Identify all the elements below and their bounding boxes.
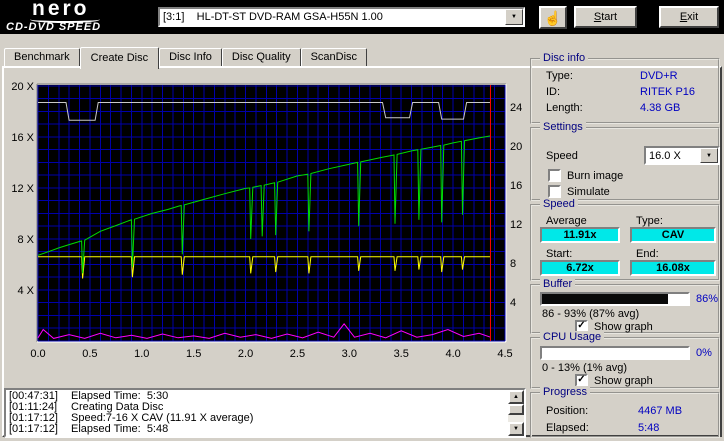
svg-text:4.0: 4.0 <box>445 348 460 360</box>
exit-button[interactable]: Exit <box>659 6 719 28</box>
speed-type-label: Type: <box>636 215 663 227</box>
buffer-title: Buffer <box>540 278 576 290</box>
tab-create-disc[interactable]: Create Disc <box>79 47 160 69</box>
cpu-percent: 0% <box>696 347 712 359</box>
burn-image-label: Burn image <box>567 170 624 182</box>
drive-select-value: [3:1] HL-DT-ST DVD-RAM GSA-H55N 1.00 <box>163 11 383 23</box>
settings-title: Settings <box>540 121 586 133</box>
svg-text:8: 8 <box>510 258 516 270</box>
svg-text:4 X: 4 X <box>17 285 34 297</box>
hand-icon: ☝ <box>544 9 562 26</box>
cpu-bar <box>540 346 690 360</box>
svg-text:16 X: 16 X <box>11 132 34 144</box>
chevron-down-icon[interactable]: ▼ <box>505 9 523 25</box>
disc-info-title: Disc info <box>540 52 589 64</box>
triangle-up-icon: ▲ <box>513 394 519 400</box>
triangle-down-icon: ▼ <box>513 426 519 432</box>
disc-type-value: DVD+R <box>640 70 678 82</box>
scroll-down-button[interactable]: ▼ <box>508 422 524 436</box>
svg-text:20: 20 <box>510 141 522 153</box>
end-speed-value: 16.08x <box>630 260 716 276</box>
cpu-range: 0 - 13% (1% avg) <box>542 362 627 374</box>
tab-scandisc[interactable]: ScanDisc <box>300 48 368 66</box>
start-speed-value: 6.72x <box>540 260 620 276</box>
buffer-percent: 86% <box>696 293 719 305</box>
svg-text:8 X: 8 X <box>17 234 34 246</box>
cpu-usage-group: CPU Usage 0% 0 - 13% (1% avg) ✓ Show gra… <box>530 331 720 389</box>
burn-image-checkbox[interactable] <box>548 169 561 182</box>
nero-cd-dvd-speed-window: nero CD-DVD SPEED [3:1] HL-DT-ST DVD-RAM… <box>0 0 724 441</box>
header-bar: nero CD-DVD SPEED [3:1] HL-DT-ST DVD-RAM… <box>0 0 724 34</box>
svg-text:12 X: 12 X <box>11 183 34 195</box>
speed-select[interactable]: 16.0 X ▼ <box>644 146 720 165</box>
svg-text:4: 4 <box>510 297 516 309</box>
speed-label: Speed <box>546 150 578 162</box>
start-speed-label: Start: <box>546 248 573 260</box>
start-button[interactable]: Start <box>574 6 637 28</box>
svg-text:2.0: 2.0 <box>238 348 253 360</box>
svg-text:16: 16 <box>510 180 522 192</box>
svg-text:4.5: 4.5 <box>497 348 512 360</box>
disc-info-group: Disc info Type: DVD+R ID: RITEK P16 Leng… <box>530 52 720 124</box>
options-button[interactable]: ☝ <box>539 6 567 29</box>
exit-button-label: Exit <box>679 11 699 23</box>
log-entry: [01:17:12] Elapsed Time: 5:48 <box>9 423 169 435</box>
tab-disc-info[interactable]: Disc Info <box>159 48 222 66</box>
svg-text:1.5: 1.5 <box>186 348 201 360</box>
disc-id-value: RITEK P16 <box>640 86 696 98</box>
nero-logo: nero CD-DVD SPEED <box>6 0 156 33</box>
disc-type-label: Type: <box>546 70 573 82</box>
start-button-label: Start <box>593 11 618 23</box>
svg-text:0.5: 0.5 <box>82 348 97 360</box>
disc-length-value: 4.38 GB <box>640 102 681 114</box>
buffer-bar-fill <box>542 294 668 304</box>
end-speed-label: End: <box>636 248 659 260</box>
cd-dvd-speed-logo-text: CD-DVD SPEED <box>6 21 102 33</box>
elapsed-value: 5:48 <box>638 422 660 434</box>
tab-disc-quality[interactable]: Disc Quality <box>221 48 301 66</box>
drive-select[interactable]: [3:1] HL-DT-ST DVD-RAM GSA-H55N 1.00 ▼ <box>158 7 525 27</box>
cpu-show-graph-label: Show graph <box>594 375 653 387</box>
cpu-usage-title: CPU Usage <box>540 331 605 343</box>
simulate-checkbox[interactable] <box>548 185 561 198</box>
svg-text:1.0: 1.0 <box>134 348 149 360</box>
write-speed-chart: 20 X 16 X 12 X 8 X 4 X 24 20 16 12 8 4 0.0 0.5 1.0 1.5… <box>11 81 522 360</box>
speed-group-title: Speed <box>540 198 578 210</box>
svg-text:20 X: 20 X <box>11 81 34 93</box>
speed-type-value: CAV <box>630 227 716 243</box>
elapsed-label: Elapsed: <box>546 422 589 434</box>
progress-group: Progress Position: 4467 MB Elapsed: 5:48 <box>530 386 720 438</box>
speed-select-value: 16.0 X <box>649 149 681 162</box>
position-value: 4467 MB <box>638 405 683 417</box>
tab-benchmark[interactable]: Benchmark <box>4 48 80 66</box>
settings-group: Settings Speed 16.0 X ▼ Burn image Simul… <box>530 121 720 201</box>
chevron-down-icon[interactable]: ▼ <box>700 148 718 163</box>
svg-text:3.0: 3.0 <box>342 348 357 360</box>
average-speed-value: 11.91x <box>540 227 620 243</box>
svg-text:24: 24 <box>510 102 522 114</box>
buffer-group: Buffer 86% 86 - 93% (87% avg) ✓ Show gra… <box>530 278 720 334</box>
tab-bar: Benchmark Create Disc Disc Info Disc Qualit… <box>4 47 368 69</box>
disc-length-label: Length: <box>546 102 583 114</box>
svg-text:12: 12 <box>510 219 522 231</box>
disc-id-label: ID: <box>546 86 561 98</box>
log-scrollbar[interactable]: ▲ ▼ <box>508 390 524 436</box>
scroll-up-button[interactable]: ▲ <box>508 390 524 404</box>
log-lines: [00:47:31] Elapsed Time: 5:30 [01:11:24] Cr… <box>7 391 507 435</box>
buffer-bar <box>540 292 690 306</box>
position-label: Position: <box>546 405 589 417</box>
progress-title: Progress <box>540 386 591 398</box>
simulate-label: Simulate <box>567 186 610 198</box>
average-label: Average <box>546 215 587 227</box>
svg-text:0.0: 0.0 <box>30 348 45 360</box>
buffer-range: 86 - 93% (87% avg) <box>542 308 640 320</box>
svg-text:3.5: 3.5 <box>394 348 409 360</box>
speed-group: Speed Average Type: 11.91x CAV Start: En… <box>530 198 720 281</box>
scrollbar-thumb[interactable] <box>508 404 524 415</box>
svg-text:2.5: 2.5 <box>290 348 305 360</box>
log-panel: [00:47:31] Elapsed Time: 5:30 [01:11:24] Cr… <box>4 388 526 438</box>
